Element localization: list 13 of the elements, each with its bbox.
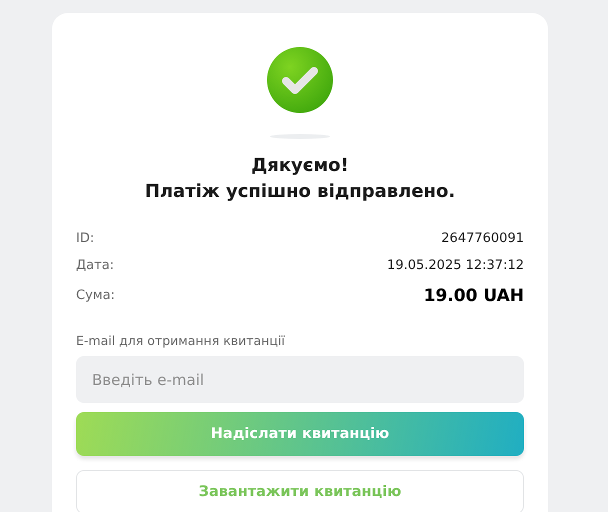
download-receipt-button[interactable]: Завантажити квитанцію (76, 470, 524, 512)
heading: Платіж успішно відправлено. (144, 180, 456, 204)
detail-label: Сума: (76, 288, 115, 303)
email-field[interactable]: Введіть e-mail (76, 356, 524, 403)
email-label: E-mail для отримання квитанції (76, 333, 285, 348)
detail-label: Дата: (76, 258, 114, 273)
detail-value: 19.00 UAH (424, 286, 524, 306)
detail-label: ID: (76, 231, 94, 246)
detail-value: 19.05.2025 12:37:12 (387, 258, 524, 273)
detail-value: 2647760091 (441, 231, 524, 246)
heading: Дякуємо! (250, 154, 350, 178)
send-receipt-button[interactable]: Надіслати квитанцію (76, 412, 524, 456)
check-icon (266, 46, 334, 114)
